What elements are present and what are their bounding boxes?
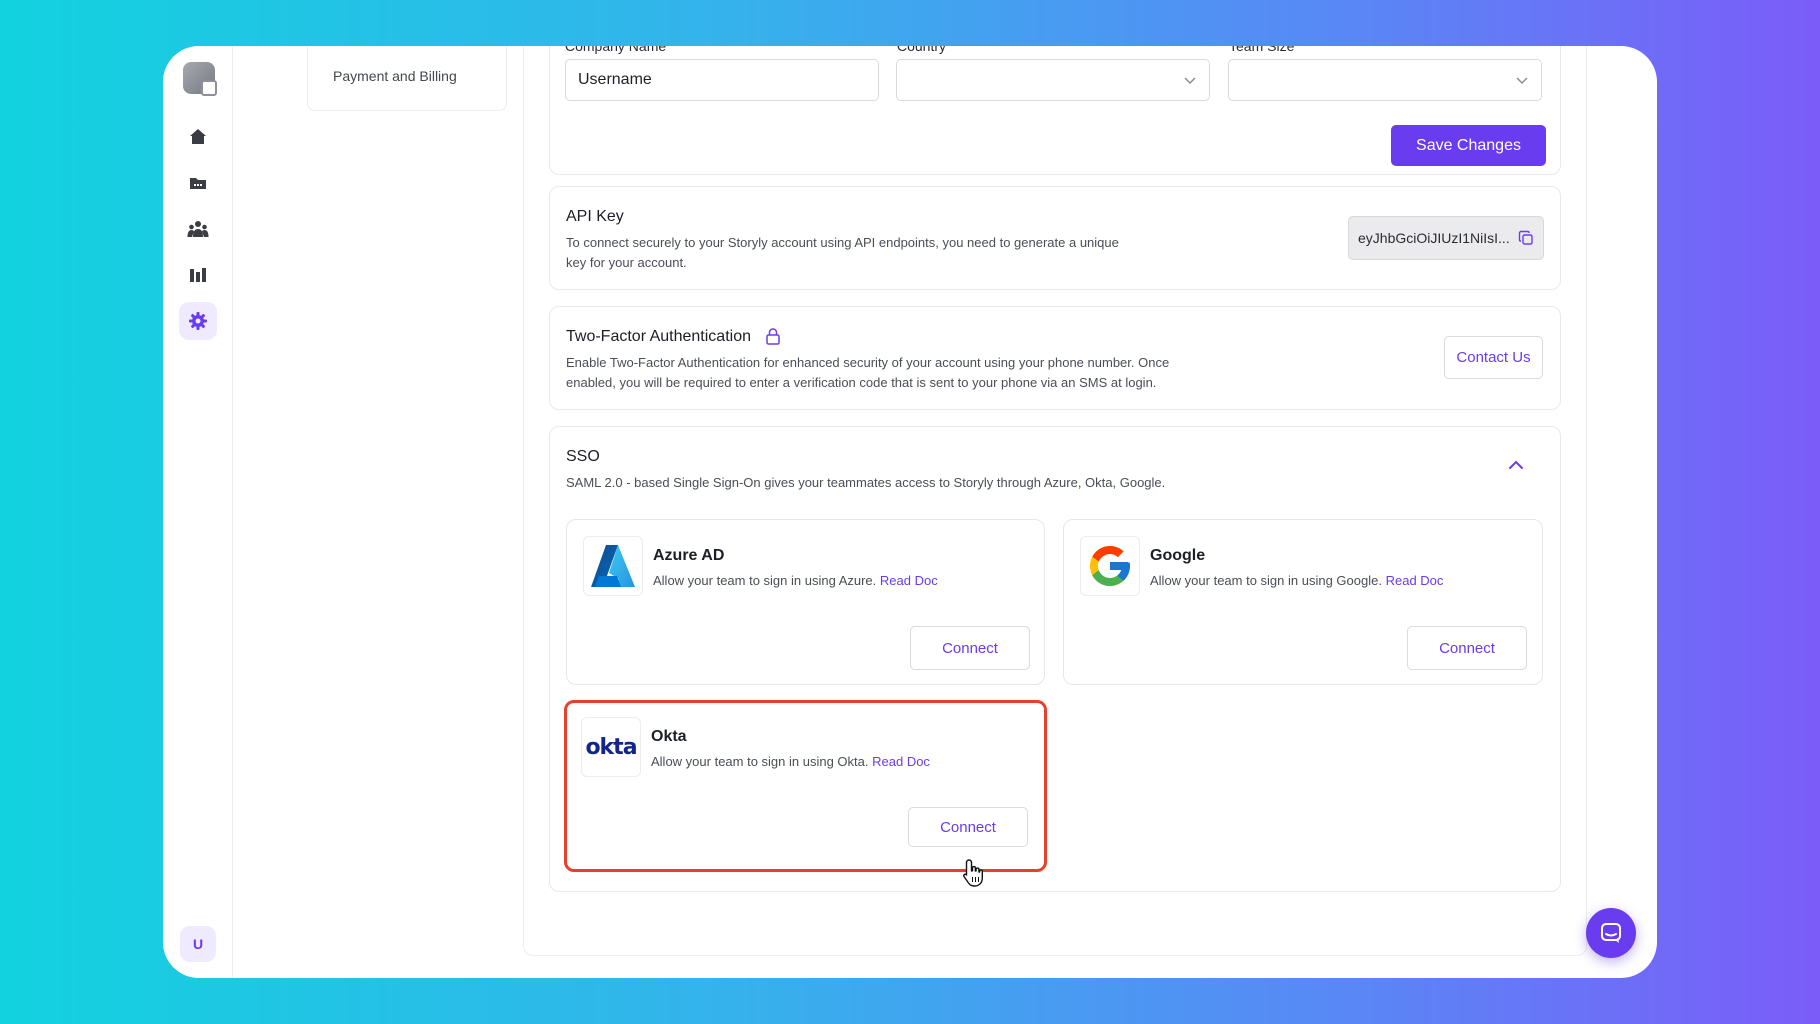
lock-icon (766, 328, 780, 345)
settings-icon[interactable] (179, 302, 217, 340)
settings-content: Company Name Username Country Team Size … (523, 46, 1587, 956)
provider-description: Allow your team to sign in using Azure. … (653, 573, 938, 588)
two-factor-card: Two-Factor Authentication Enable Two-Fac… (549, 306, 1561, 410)
company-name-input[interactable]: Username (565, 59, 879, 101)
save-changes-button[interactable]: Save Changes (1391, 125, 1546, 166)
api-key-title: API Key (566, 208, 624, 225)
provider-card-google: Google Allow your team to sign in using … (1063, 519, 1543, 685)
provider-description: Allow your team to sign in using Okta. R… (651, 754, 930, 769)
analytics-icon[interactable] (179, 256, 217, 294)
provider-name: Okta (651, 728, 687, 745)
sso-card: SSO SAML 2.0 - based Single Sign-On give… (549, 426, 1561, 892)
chevron-down-icon (1184, 77, 1196, 85)
workspace-logo[interactable] (183, 62, 217, 96)
company-info-card: Company Name Username Country Team Size … (549, 46, 1561, 175)
sso-description: SAML 2.0 - based Single Sign-On gives yo… (566, 475, 1166, 490)
api-key-field[interactable]: eyJhbGciOiJIUzI1NiIsI... (1348, 216, 1544, 260)
country-select[interactable] (896, 59, 1210, 101)
team-size-label: Team Size (1229, 46, 1295, 54)
team-size-select[interactable] (1228, 59, 1542, 101)
api-key-description: To connect securely to your Storyly acco… (566, 235, 1119, 270)
chevron-down-icon (1516, 77, 1528, 85)
okta-logo: okta (581, 717, 641, 777)
provider-name: Azure AD (653, 547, 725, 564)
provider-name: Google (1150, 547, 1206, 564)
subnav-item-payment-billing[interactable]: Payment and Billing (333, 68, 457, 84)
chat-icon (1601, 923, 1621, 943)
read-doc-link[interactable]: Read Doc (880, 573, 938, 588)
api-key-value: eyJhbGciOiJIUzI1NiIsI... (1358, 230, 1510, 246)
read-doc-link[interactable]: Read Doc (1386, 573, 1444, 588)
app-window: U Payment and Billing Company Name Usern… (163, 46, 1657, 978)
icon-sidebar: U (163, 46, 233, 978)
contact-us-button[interactable]: Contact Us (1444, 336, 1543, 379)
copy-icon[interactable] (1518, 230, 1534, 246)
connect-button[interactable]: Connect (908, 807, 1028, 847)
two-factor-title: Two-Factor Authentication (566, 328, 751, 345)
country-label: Country (897, 46, 947, 54)
two-factor-description: Enable Two-Factor Authentication for enh… (566, 355, 1170, 390)
company-name-label: Company Name (565, 46, 667, 54)
connect-button[interactable]: Connect (1407, 626, 1527, 670)
provider-card-azure: Azure AD Allow your team to sign in usin… (566, 519, 1045, 685)
api-key-card: API Key To connect securely to your Stor… (549, 186, 1561, 290)
sso-title: SSO (566, 448, 600, 465)
connect-button[interactable]: Connect (910, 626, 1030, 670)
read-doc-link[interactable]: Read Doc (872, 754, 930, 769)
chat-button[interactable] (1586, 908, 1636, 958)
provider-card-okta: okta Okta Allow your team to sign in usi… (564, 700, 1047, 872)
folder-icon[interactable] (179, 164, 217, 202)
home-icon[interactable] (179, 118, 217, 156)
provider-description: Allow your team to sign in using Google.… (1150, 573, 1444, 588)
chevron-up-icon[interactable] (1508, 459, 1524, 471)
settings-subnav: Payment and Billing (307, 46, 507, 111)
google-logo (1080, 536, 1140, 596)
hand-cursor-icon (963, 859, 983, 887)
team-icon[interactable] (179, 210, 217, 248)
azure-logo (583, 536, 643, 596)
user-avatar[interactable]: U (180, 926, 216, 962)
